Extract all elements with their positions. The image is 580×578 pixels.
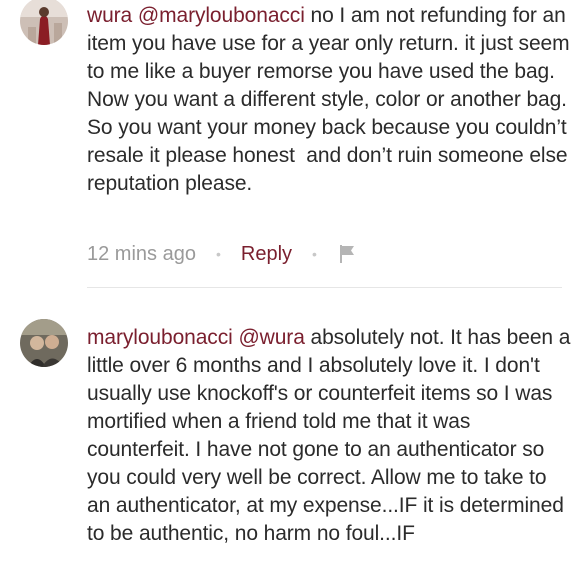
comment-text: maryloubonacci @wura absolutely not. It … <box>87 324 572 548</box>
comment-body: absolutely not. It has been a little ove… <box>87 326 577 545</box>
comment-author[interactable]: maryloubonacci <box>87 326 233 349</box>
comment-mention[interactable]: @wura <box>238 326 304 349</box>
avatar[interactable] <box>20 319 68 367</box>
comment-item: maryloubonacci @wura absolutely not. It … <box>0 0 580 578</box>
